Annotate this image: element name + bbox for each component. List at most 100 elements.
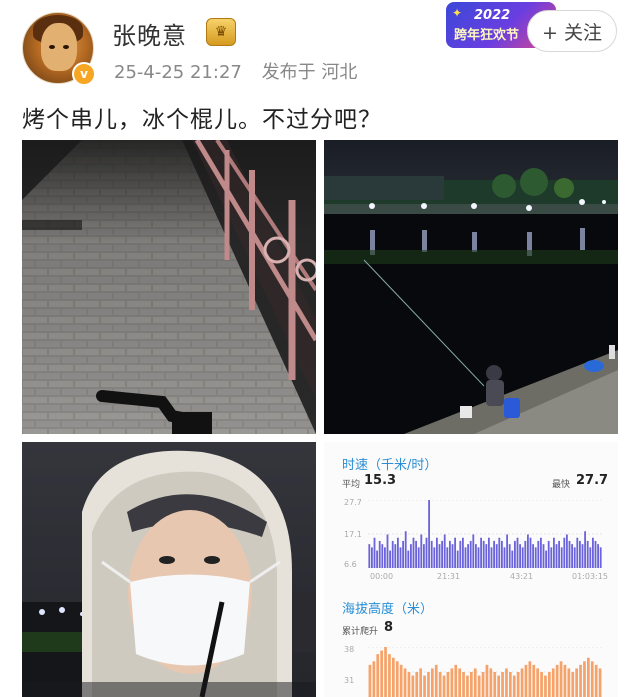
post-text: 烤个串儿，冰个棍儿。不过分吧？ <box>22 107 382 133</box>
speed-bar <box>474 544 477 568</box>
speed-bar <box>428 500 431 568</box>
altitude-bar <box>384 647 387 697</box>
altitude-bar <box>551 668 555 697</box>
speed-bar <box>597 544 600 568</box>
speed-bar <box>542 544 545 568</box>
speed-bar <box>433 547 436 568</box>
altitude-bar <box>575 668 579 697</box>
altitude-bar <box>532 664 536 697</box>
post-meta: 25-4-25 21:27 发布于 河北 <box>114 58 371 84</box>
altitude-bar <box>376 654 380 697</box>
speed-bar <box>373 537 376 568</box>
username[interactable]: 张晚意 <box>112 16 187 51</box>
altitude-bar <box>454 664 458 697</box>
speed-bar <box>560 547 563 568</box>
speed-bar <box>394 544 397 568</box>
speed-bar <box>381 544 384 568</box>
speed-bar <box>461 537 464 568</box>
sidewalk-railing-night-photo[interactable] <box>22 140 316 434</box>
speed-bar <box>495 544 498 568</box>
v-badge-icon: v <box>72 62 96 86</box>
speed-max-value: 27.7 <box>576 473 609 488</box>
altitude-bar <box>380 650 384 697</box>
speed-bar <box>402 540 405 568</box>
speed-bar <box>391 540 394 568</box>
speed-bar <box>435 537 438 568</box>
activity-stats-card[interactable]: 时速（千米/时） 平均 15.3 最快 27.7 27.7 17.1 6.6 0… <box>324 442 618 697</box>
speed-bar <box>568 540 571 568</box>
altitude-bar <box>446 672 450 697</box>
speed-ytick-bottom: 6.6 <box>344 560 357 569</box>
altitude-bar <box>462 672 465 697</box>
selfie-mask-hood-photo[interactable] <box>22 442 316 697</box>
speed-bar <box>459 540 462 568</box>
speed-bar <box>430 540 433 568</box>
altitude-bar <box>567 668 571 697</box>
speed-bar <box>519 544 522 568</box>
speed-bar <box>454 537 457 568</box>
altitude-bar <box>555 664 559 697</box>
speed-bar <box>482 540 485 568</box>
speed-bar <box>503 547 506 568</box>
altitude-bar <box>501 672 504 697</box>
altitude-bar <box>493 672 497 697</box>
speed-bar <box>513 540 516 568</box>
speed-bar <box>537 540 540 568</box>
altitude-bar <box>598 668 602 697</box>
altitude-bar <box>563 664 567 697</box>
speed-bar <box>547 540 550 568</box>
altitude-bar <box>594 664 598 697</box>
speed-xtick-2: 21:31 <box>437 572 461 581</box>
altitude-bar <box>442 675 446 697</box>
speed-bar <box>456 550 459 568</box>
altitude-bar <box>399 664 403 697</box>
altitude-bar <box>427 672 430 697</box>
altitude-bar <box>368 664 372 697</box>
altitude-bar <box>458 668 462 697</box>
speed-bar <box>467 544 470 568</box>
follow-button[interactable]: + 关注 <box>527 10 617 52</box>
speed-bar <box>487 537 490 568</box>
speed-bar <box>469 540 472 568</box>
altitude-bar <box>571 672 575 697</box>
speed-bar <box>396 537 399 568</box>
speed-bar <box>415 540 418 568</box>
speed-bar <box>563 537 566 568</box>
speed-bar <box>386 534 389 568</box>
speed-bar <box>565 534 568 568</box>
speed-bar <box>409 544 412 568</box>
speed-bar <box>443 534 446 568</box>
altitude-bar <box>524 664 528 697</box>
speed-bar <box>576 537 579 568</box>
speed-max-label: 最快 <box>552 480 571 490</box>
altitude-ytick-mid: 31 <box>344 676 355 685</box>
speed-bar <box>464 547 467 568</box>
altitude-bar <box>485 664 489 697</box>
altitude-bar <box>559 661 563 697</box>
speed-bar <box>370 547 373 568</box>
speed-bar <box>539 537 542 568</box>
crown-medal-icon[interactable]: ♛ <box>206 18 236 46</box>
speed-bar <box>441 540 444 568</box>
speed-bar <box>558 540 561 568</box>
speed-bar <box>534 547 537 568</box>
altitude-bar <box>477 675 481 697</box>
speed-bar <box>584 531 587 568</box>
altitude-bar <box>415 672 419 697</box>
speed-bar <box>586 540 589 568</box>
speed-bar <box>412 537 415 568</box>
speed-bar <box>425 537 428 568</box>
altitude-bar <box>520 668 524 697</box>
altitude-bar <box>583 661 586 697</box>
altitude-bar <box>489 668 493 697</box>
speed-bar <box>389 550 392 568</box>
river-night-fishing-photo[interactable] <box>324 140 618 434</box>
speed-bar <box>532 544 535 568</box>
speed-ytick-top: 27.7 <box>344 498 362 507</box>
speed-bar <box>545 550 548 568</box>
speed-bar <box>578 540 581 568</box>
speed-xtick-1: 00:00 <box>370 572 394 581</box>
speed-bar <box>399 547 402 568</box>
speed-bar <box>420 534 423 568</box>
altitude-chart-title: 海拔高度（米） <box>342 602 434 617</box>
